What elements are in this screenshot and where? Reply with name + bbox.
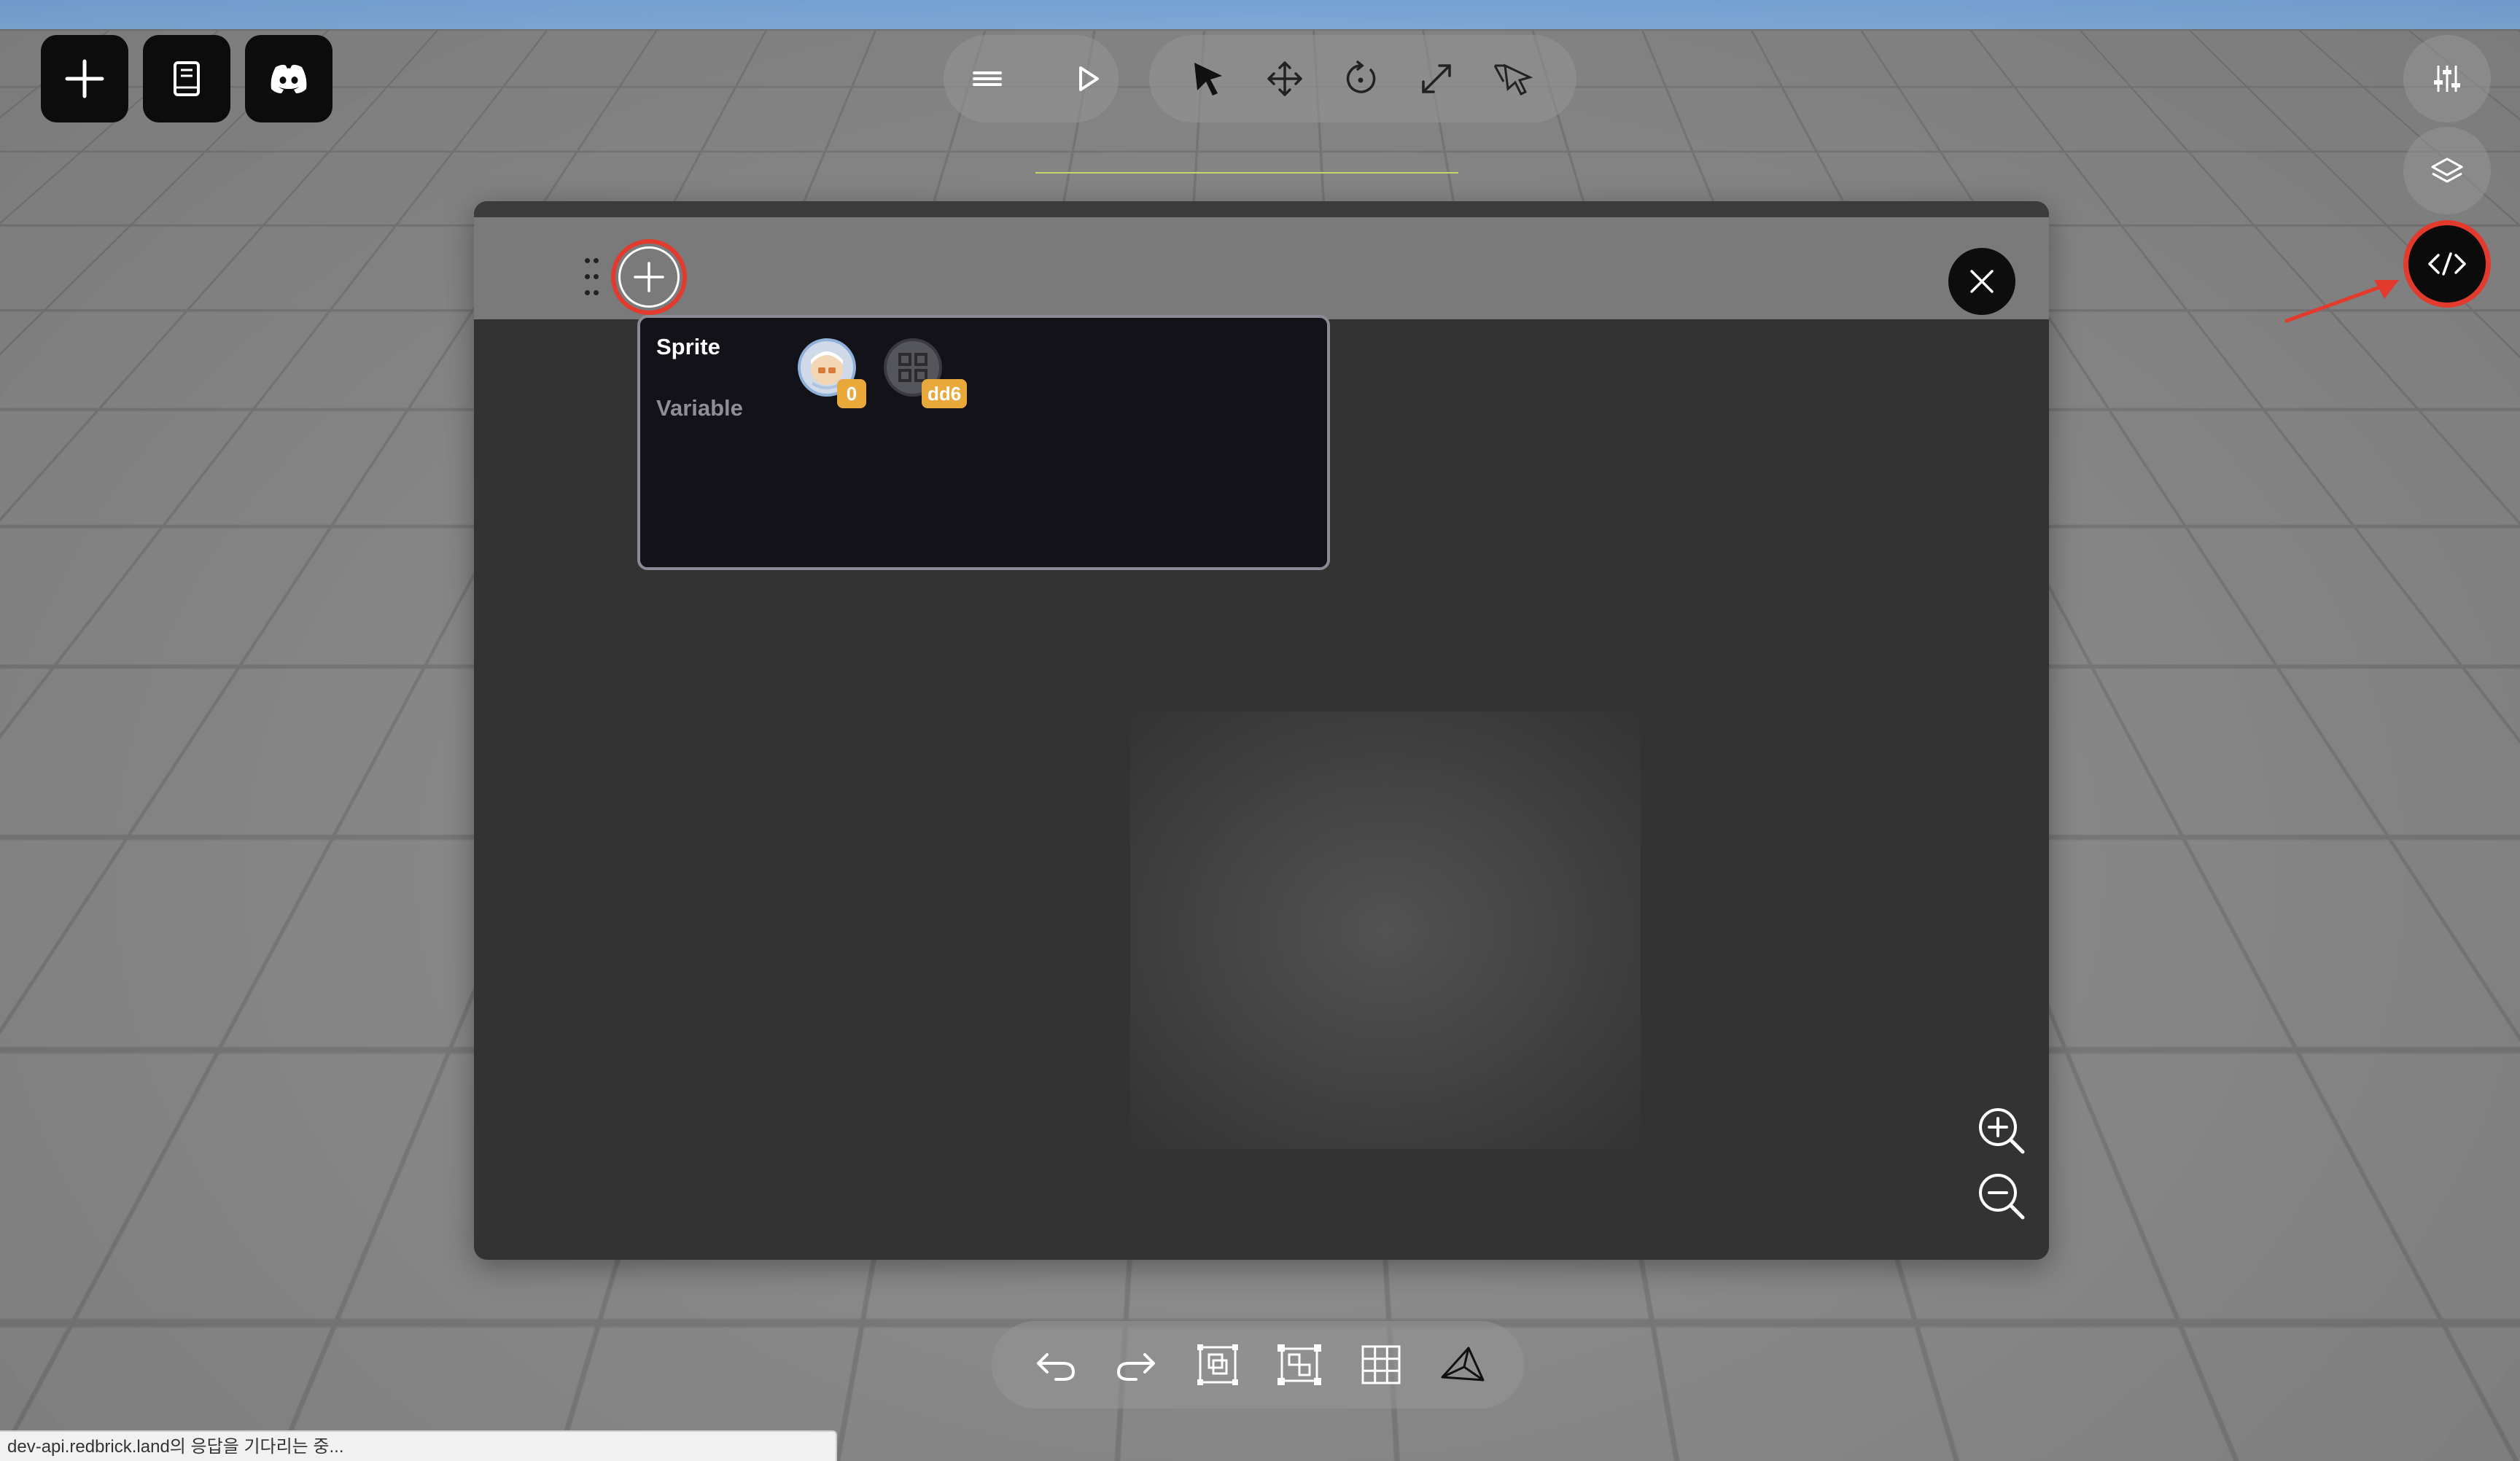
sprite-badge: 0 [837,379,866,408]
plus-icon [634,262,664,292]
scale-tool[interactable] [1401,44,1471,114]
discord-button[interactable] [245,35,332,122]
book-icon [174,61,200,96]
zoom-out-icon [1979,1174,2025,1220]
tab-sprite[interactable]: Sprite [656,334,720,360]
zoom-out-button[interactable] [1976,1171,2027,1222]
scale-icon [1422,64,1451,93]
play-icon [1079,66,1099,91]
panel-header[interactable] [474,217,2049,319]
menu-icon [973,71,1002,86]
layers-icon [2431,157,2463,183]
camera-button[interactable] [1431,1333,1495,1397]
select-tool[interactable] [1174,44,1244,114]
annotation-arrow-icon [2284,280,2399,323]
code-editor-panel: Sprite Variable 0 dd6 [474,201,2049,1260]
undo-button[interactable] [1024,1333,1088,1397]
tab-variable[interactable]: Variable [656,395,743,421]
duplicate-icon [1197,1344,1238,1385]
panel-top-edge [474,201,2049,217]
add-sprite-button[interactable] [611,239,687,315]
editor-viewport[interactable]: Sprite Variable 0 dd6 dev-api.redbrick.l… [0,0,2520,1461]
sprite-picker-popup: Sprite Variable 0 dd6 [637,315,1330,570]
multi-select-tool[interactable] [1477,44,1547,114]
zoom-in-icon [1979,1108,2025,1154]
sprite-badge: dd6 [922,379,968,408]
move-icon [1267,61,1302,96]
settings-sliders-icon [2434,66,2460,92]
browser-status-bar: dev-api.redbrick.land의 응답을 기다리는 중... [0,1430,837,1461]
move-tool[interactable] [1250,44,1320,114]
close-icon [1970,270,1994,293]
settings-button[interactable] [2403,35,2491,122]
undo-icon [1037,1353,1076,1381]
layers-button[interactable] [2403,127,2491,214]
rotate-icon [1346,61,1376,93]
play-button[interactable] [1053,44,1123,114]
rotate-tool[interactable] [1326,44,1396,114]
code-editor-button[interactable] [2403,220,2491,308]
docs-button[interactable] [143,35,230,122]
plus-icon [65,59,104,98]
menu-button[interactable] [952,44,1022,114]
duplicate-button[interactable] [1186,1333,1250,1397]
discord-icon [271,64,307,93]
camera-icon [1441,1347,1485,1382]
redo-button[interactable] [1104,1333,1168,1397]
object-outline [1035,172,1458,203]
drag-handle-icon[interactable] [583,257,601,300]
add-button[interactable] [41,35,128,122]
zoom-in-button[interactable] [1976,1105,2027,1156]
grid-toggle-button[interactable] [1349,1333,1413,1397]
select-cursor-icon [1194,63,1222,96]
code-icon [2428,252,2466,276]
group-button[interactable] [1267,1333,1331,1397]
close-panel-button[interactable] [1948,248,2015,315]
grid-icon [1361,1345,1401,1384]
multi-select-icon [1493,63,1533,96]
group-icon [1278,1344,1321,1385]
redo-icon [1116,1353,1155,1381]
canvas-glow [1130,712,1641,1149]
